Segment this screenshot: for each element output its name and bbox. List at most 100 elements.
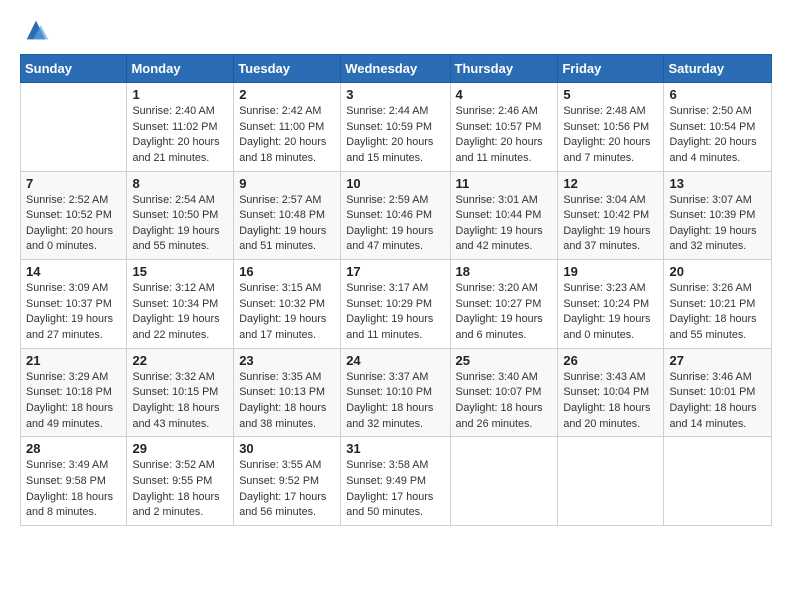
calendar-week-row: 7 Sunrise: 2:52 AMSunset: 10:52 PMDayligh… — [21, 171, 772, 260]
cell-info: Sunrise: 2:54 AMSunset: 10:50 PMDaylight… — [132, 193, 228, 256]
page: SundayMondayTuesdayWednesdayThursdayFrid… — [0, 0, 792, 546]
cell-date: 29 — [132, 441, 228, 456]
cell-info: Sunrise: 3:58 AMSunset: 9:49 PMDaylight:… — [346, 458, 444, 521]
calendar-week-row: 14 Sunrise: 3:09 AMSunset: 10:37 PMDaylig… — [21, 260, 772, 349]
calendar-cell: 26 Sunrise: 3:43 AMSunset: 10:04 PMDaylig… — [558, 348, 664, 437]
cell-date: 9 — [239, 176, 335, 191]
cell-date: 7 — [26, 176, 121, 191]
calendar-cell: 2 Sunrise: 2:42 AMSunset: 11:00 PMDayligh… — [234, 83, 341, 172]
cell-date: 26 — [563, 353, 658, 368]
calendar-cell: 27 Sunrise: 3:46 AMSunset: 10:01 PMDaylig… — [664, 348, 772, 437]
cell-info: Sunrise: 3:49 AMSunset: 9:58 PMDaylight:… — [26, 458, 121, 521]
cell-info: Sunrise: 2:44 AMSunset: 10:59 PMDaylight… — [346, 104, 444, 167]
header — [20, 16, 772, 44]
cell-date: 11 — [456, 176, 553, 191]
cell-info: Sunrise: 3:46 AMSunset: 10:01 PMDaylight… — [669, 370, 766, 433]
cell-date: 27 — [669, 353, 766, 368]
cell-info: Sunrise: 3:12 AMSunset: 10:34 PMDaylight… — [132, 281, 228, 344]
cell-date: 2 — [239, 87, 335, 102]
cell-info: Sunrise: 2:42 AMSunset: 11:00 PMDaylight… — [239, 104, 335, 167]
logo-area — [20, 16, 50, 44]
calendar-cell: 22 Sunrise: 3:32 AMSunset: 10:15 PMDaylig… — [127, 348, 234, 437]
calendar-week-row: 28 Sunrise: 3:49 AMSunset: 9:58 PMDayligh… — [21, 437, 772, 526]
calendar-cell: 29 Sunrise: 3:52 AMSunset: 9:55 PMDayligh… — [127, 437, 234, 526]
cell-date: 18 — [456, 264, 553, 279]
cell-date: 28 — [26, 441, 121, 456]
calendar-cell: 19 Sunrise: 3:23 AMSunset: 10:24 PMDaylig… — [558, 260, 664, 349]
calendar-cell: 13Sunrise: 3:07 AMSunset: 10:39 PMDaylig… — [664, 171, 772, 260]
cell-info: Sunrise: 3:01 AMSunset: 10:44 PMDaylight… — [456, 193, 553, 256]
cell-info: Sunrise: 3:04 AMSunset: 10:42 PMDaylight… — [563, 193, 658, 256]
cell-date: 1 — [132, 87, 228, 102]
calendar-cell: 21 Sunrise: 3:29 AMSunset: 10:18 PMDaylig… — [21, 348, 127, 437]
cell-date: 24 — [346, 353, 444, 368]
cell-info: Sunrise: 2:50 AMSunset: 10:54 PMDaylight… — [669, 104, 766, 167]
cell-info: Sunrise: 3:09 AMSunset: 10:37 PMDaylight… — [26, 281, 121, 344]
cell-info: Sunrise: 2:59 AMSunset: 10:46 PMDaylight… — [346, 193, 444, 256]
cell-date: 21 — [26, 353, 121, 368]
cell-date: 22 — [132, 353, 228, 368]
calendar-cell: 24 Sunrise: 3:37 AMSunset: 10:10 PMDaylig… — [341, 348, 450, 437]
calendar-cell: 1 Sunrise: 2:40 AMSunset: 11:02 PMDayligh… — [127, 83, 234, 172]
cell-info: Sunrise: 3:55 AMSunset: 9:52 PMDaylight:… — [239, 458, 335, 521]
cell-info: Sunrise: 2:48 AMSunset: 10:56 PMDaylight… — [563, 104, 658, 167]
cell-date: 23 — [239, 353, 335, 368]
cell-date: 3 — [346, 87, 444, 102]
cell-info: Sunrise: 3:23 AMSunset: 10:24 PMDaylight… — [563, 281, 658, 344]
cell-info: Sunrise: 3:26 AMSunset: 10:21 PMDaylight… — [669, 281, 766, 344]
calendar-cell: 4 Sunrise: 2:46 AMSunset: 10:57 PMDayligh… — [450, 83, 558, 172]
cell-date: 8 — [132, 176, 228, 191]
calendar-cell: 16 Sunrise: 3:15 AMSunset: 10:32 PMDaylig… — [234, 260, 341, 349]
calendar-cell — [664, 437, 772, 526]
calendar-cell — [21, 83, 127, 172]
calendar-cell: 20 Sunrise: 3:26 AMSunset: 10:21 PMDaylig… — [664, 260, 772, 349]
cell-date: 30 — [239, 441, 335, 456]
cell-date: 17 — [346, 264, 444, 279]
calendar-cell: 14 Sunrise: 3:09 AMSunset: 10:37 PMDaylig… — [21, 260, 127, 349]
cell-date: 4 — [456, 87, 553, 102]
calendar-cell: 25Sunrise: 3:40 AMSunset: 10:07 PMDaylig… — [450, 348, 558, 437]
calendar-cell: 11 Sunrise: 3:01 AMSunset: 10:44 PMDaylig… — [450, 171, 558, 260]
cell-date: 16 — [239, 264, 335, 279]
cell-info: Sunrise: 2:52 AMSunset: 10:52 PMDaylight… — [26, 193, 121, 256]
cell-info: Sunrise: 3:37 AMSunset: 10:10 PMDaylight… — [346, 370, 444, 433]
col-header-saturday: Saturday — [664, 55, 772, 83]
calendar-cell: 23 Sunrise: 3:35 AMSunset: 10:13 PMDaylig… — [234, 348, 341, 437]
calendar-week-row: 21 Sunrise: 3:29 AMSunset: 10:18 PMDaylig… — [21, 348, 772, 437]
cell-date: 14 — [26, 264, 121, 279]
col-header-thursday: Thursday — [450, 55, 558, 83]
calendar-cell: 18Sunrise: 3:20 AMSunset: 10:27 PMDaylig… — [450, 260, 558, 349]
calendar-header-row: SundayMondayTuesdayWednesdayThursdayFrid… — [21, 55, 772, 83]
calendar-cell — [450, 437, 558, 526]
cell-date: 31 — [346, 441, 444, 456]
calendar-cell: 7 Sunrise: 2:52 AMSunset: 10:52 PMDayligh… — [21, 171, 127, 260]
calendar-cell: 10Sunrise: 2:59 AMSunset: 10:46 PMDaylig… — [341, 171, 450, 260]
cell-info: Sunrise: 3:32 AMSunset: 10:15 PMDaylight… — [132, 370, 228, 433]
cell-date: 20 — [669, 264, 766, 279]
col-header-monday: Monday — [127, 55, 234, 83]
cell-info: Sunrise: 3:35 AMSunset: 10:13 PMDaylight… — [239, 370, 335, 433]
calendar-cell: 5Sunrise: 2:48 AMSunset: 10:56 PMDayligh… — [558, 83, 664, 172]
cell-date: 15 — [132, 264, 228, 279]
cell-date: 12 — [563, 176, 658, 191]
calendar-cell: 30 Sunrise: 3:55 AMSunset: 9:52 PMDayligh… — [234, 437, 341, 526]
cell-date: 13 — [669, 176, 766, 191]
cell-info: Sunrise: 3:15 AMSunset: 10:32 PMDaylight… — [239, 281, 335, 344]
logo-icon — [22, 16, 50, 44]
cell-date: 19 — [563, 264, 658, 279]
cell-info: Sunrise: 2:46 AMSunset: 10:57 PMDaylight… — [456, 104, 553, 167]
col-header-friday: Friday — [558, 55, 664, 83]
calendar-week-row: 1 Sunrise: 2:40 AMSunset: 11:02 PMDayligh… — [21, 83, 772, 172]
col-header-wednesday: Wednesday — [341, 55, 450, 83]
col-header-sunday: Sunday — [21, 55, 127, 83]
cell-info: Sunrise: 3:52 AMSunset: 9:55 PMDaylight:… — [132, 458, 228, 521]
cell-info: Sunrise: 3:43 AMSunset: 10:04 PMDaylight… — [563, 370, 658, 433]
calendar-table: SundayMondayTuesdayWednesdayThursdayFrid… — [20, 54, 772, 526]
calendar-cell — [558, 437, 664, 526]
cell-info: Sunrise: 2:40 AMSunset: 11:02 PMDaylight… — [132, 104, 228, 167]
calendar-cell: 9Sunrise: 2:57 AMSunset: 10:48 PMDayligh… — [234, 171, 341, 260]
calendar-cell: 15 Sunrise: 3:12 AMSunset: 10:34 PMDaylig… — [127, 260, 234, 349]
calendar-cell: 6Sunrise: 2:50 AMSunset: 10:54 PMDayligh… — [664, 83, 772, 172]
calendar-cell: 28 Sunrise: 3:49 AMSunset: 9:58 PMDayligh… — [21, 437, 127, 526]
cell-info: Sunrise: 3:29 AMSunset: 10:18 PMDaylight… — [26, 370, 121, 433]
